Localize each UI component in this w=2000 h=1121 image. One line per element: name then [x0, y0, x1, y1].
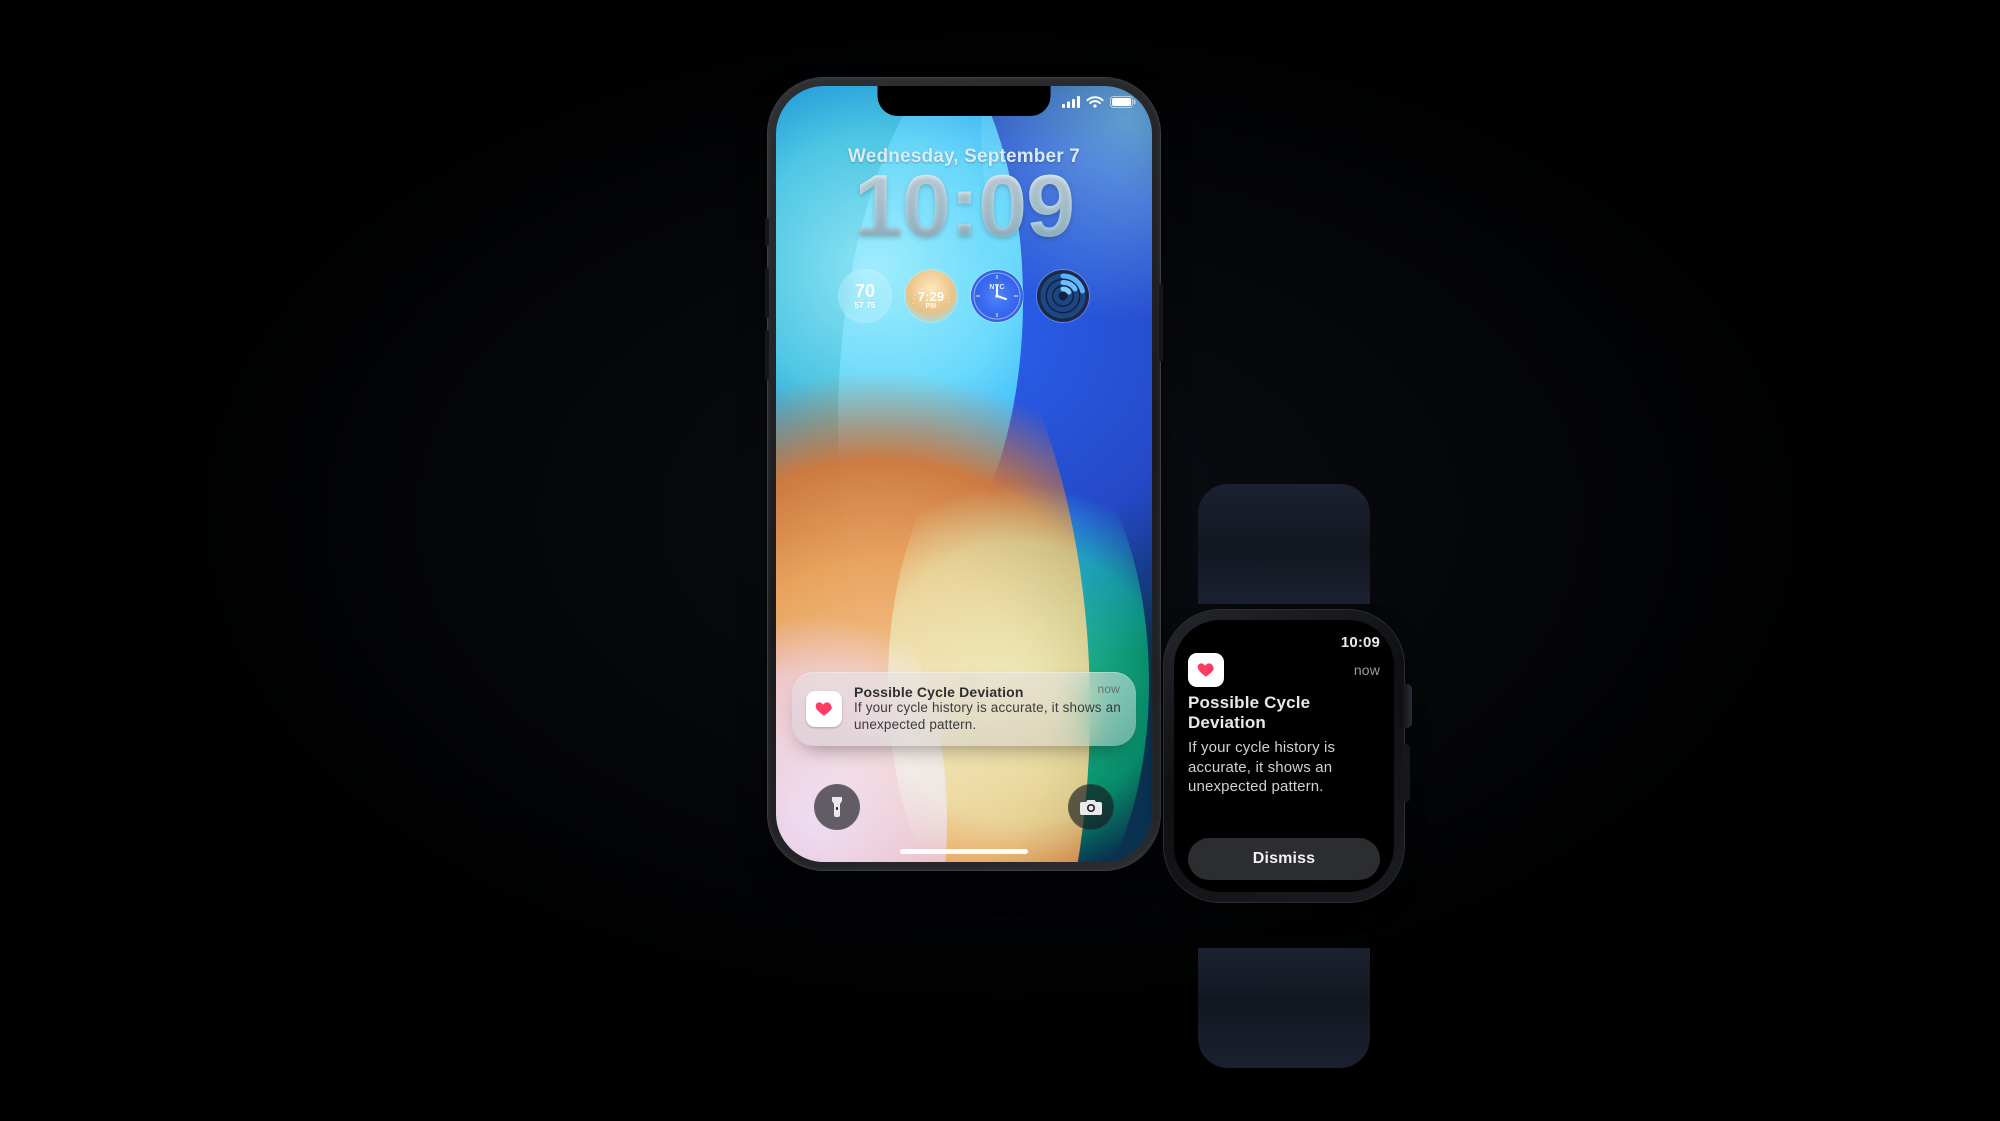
iphone-notification[interactable]: Possible Cycle Deviation If your cycle h…	[792, 672, 1136, 746]
apple-watch-device: 10:09 now Possible Cycle Deviation If yo…	[1150, 570, 1426, 982]
dismiss-button[interactable]: Dismiss	[1188, 838, 1380, 880]
health-app-icon	[806, 691, 842, 727]
widget-world-clock[interactable]: NYC	[971, 270, 1023, 322]
flashlight-button[interactable]	[814, 784, 860, 830]
heart-icon	[1196, 660, 1216, 680]
activity-rings-icon	[1037, 270, 1089, 322]
notification-title: Possible Cycle Deviation	[854, 684, 1122, 700]
iphone-device: Wednesday, September 7 10:09 70 57 75 7:…	[768, 78, 1160, 870]
wifi-icon	[1086, 96, 1104, 108]
lockscreen-time: 10:09	[776, 164, 1152, 248]
notification-timestamp: now	[1098, 682, 1121, 696]
dismiss-button-label: Dismiss	[1253, 850, 1316, 868]
clock-face-icon	[971, 270, 1023, 322]
iphone-notch	[878, 86, 1051, 116]
digital-crown[interactable]	[1400, 684, 1412, 728]
widget-weather[interactable]: 70 57 75	[839, 270, 891, 322]
watch-notification-timestamp: now	[1354, 662, 1380, 678]
watch-notification-title: Possible Cycle Deviation	[1188, 693, 1380, 732]
battery-icon	[1110, 96, 1136, 108]
watch-notification-body: If your cycle history is accurate, it sh…	[1188, 738, 1380, 797]
home-indicator[interactable]	[900, 849, 1028, 854]
watch-time: 10:09	[1341, 634, 1380, 651]
status-bar	[1062, 96, 1136, 108]
camera-icon	[1079, 797, 1103, 817]
cellular-icon	[1062, 96, 1080, 108]
weather-temp: 70	[855, 282, 875, 300]
watch-screen[interactable]: 10:09 now Possible Cycle Deviation If yo…	[1174, 620, 1394, 892]
lockscreen-widgets: 70 57 75 7:29 PM	[776, 270, 1152, 322]
watch-band-top	[1198, 484, 1370, 604]
widget-activity-rings[interactable]	[1037, 270, 1089, 322]
camera-button[interactable]	[1068, 784, 1114, 830]
widget-sunset[interactable]: 7:29 PM	[905, 270, 957, 322]
watch-side-button[interactable]	[1402, 744, 1410, 802]
weather-high: 75	[866, 301, 875, 310]
weather-low: 57	[855, 301, 864, 310]
notification-body: If your cycle history is accurate, it sh…	[854, 700, 1122, 734]
health-app-icon	[1188, 653, 1224, 687]
iphone-screen[interactable]: Wednesday, September 7 10:09 70 57 75 7:…	[776, 86, 1152, 862]
world-clock-city: NYC	[989, 284, 1004, 291]
heart-icon	[814, 699, 834, 719]
flashlight-icon	[827, 795, 847, 819]
sunset-period: PM	[926, 303, 937, 310]
sunset-arc-icon	[905, 270, 957, 322]
watch-band-bottom	[1198, 948, 1370, 1068]
